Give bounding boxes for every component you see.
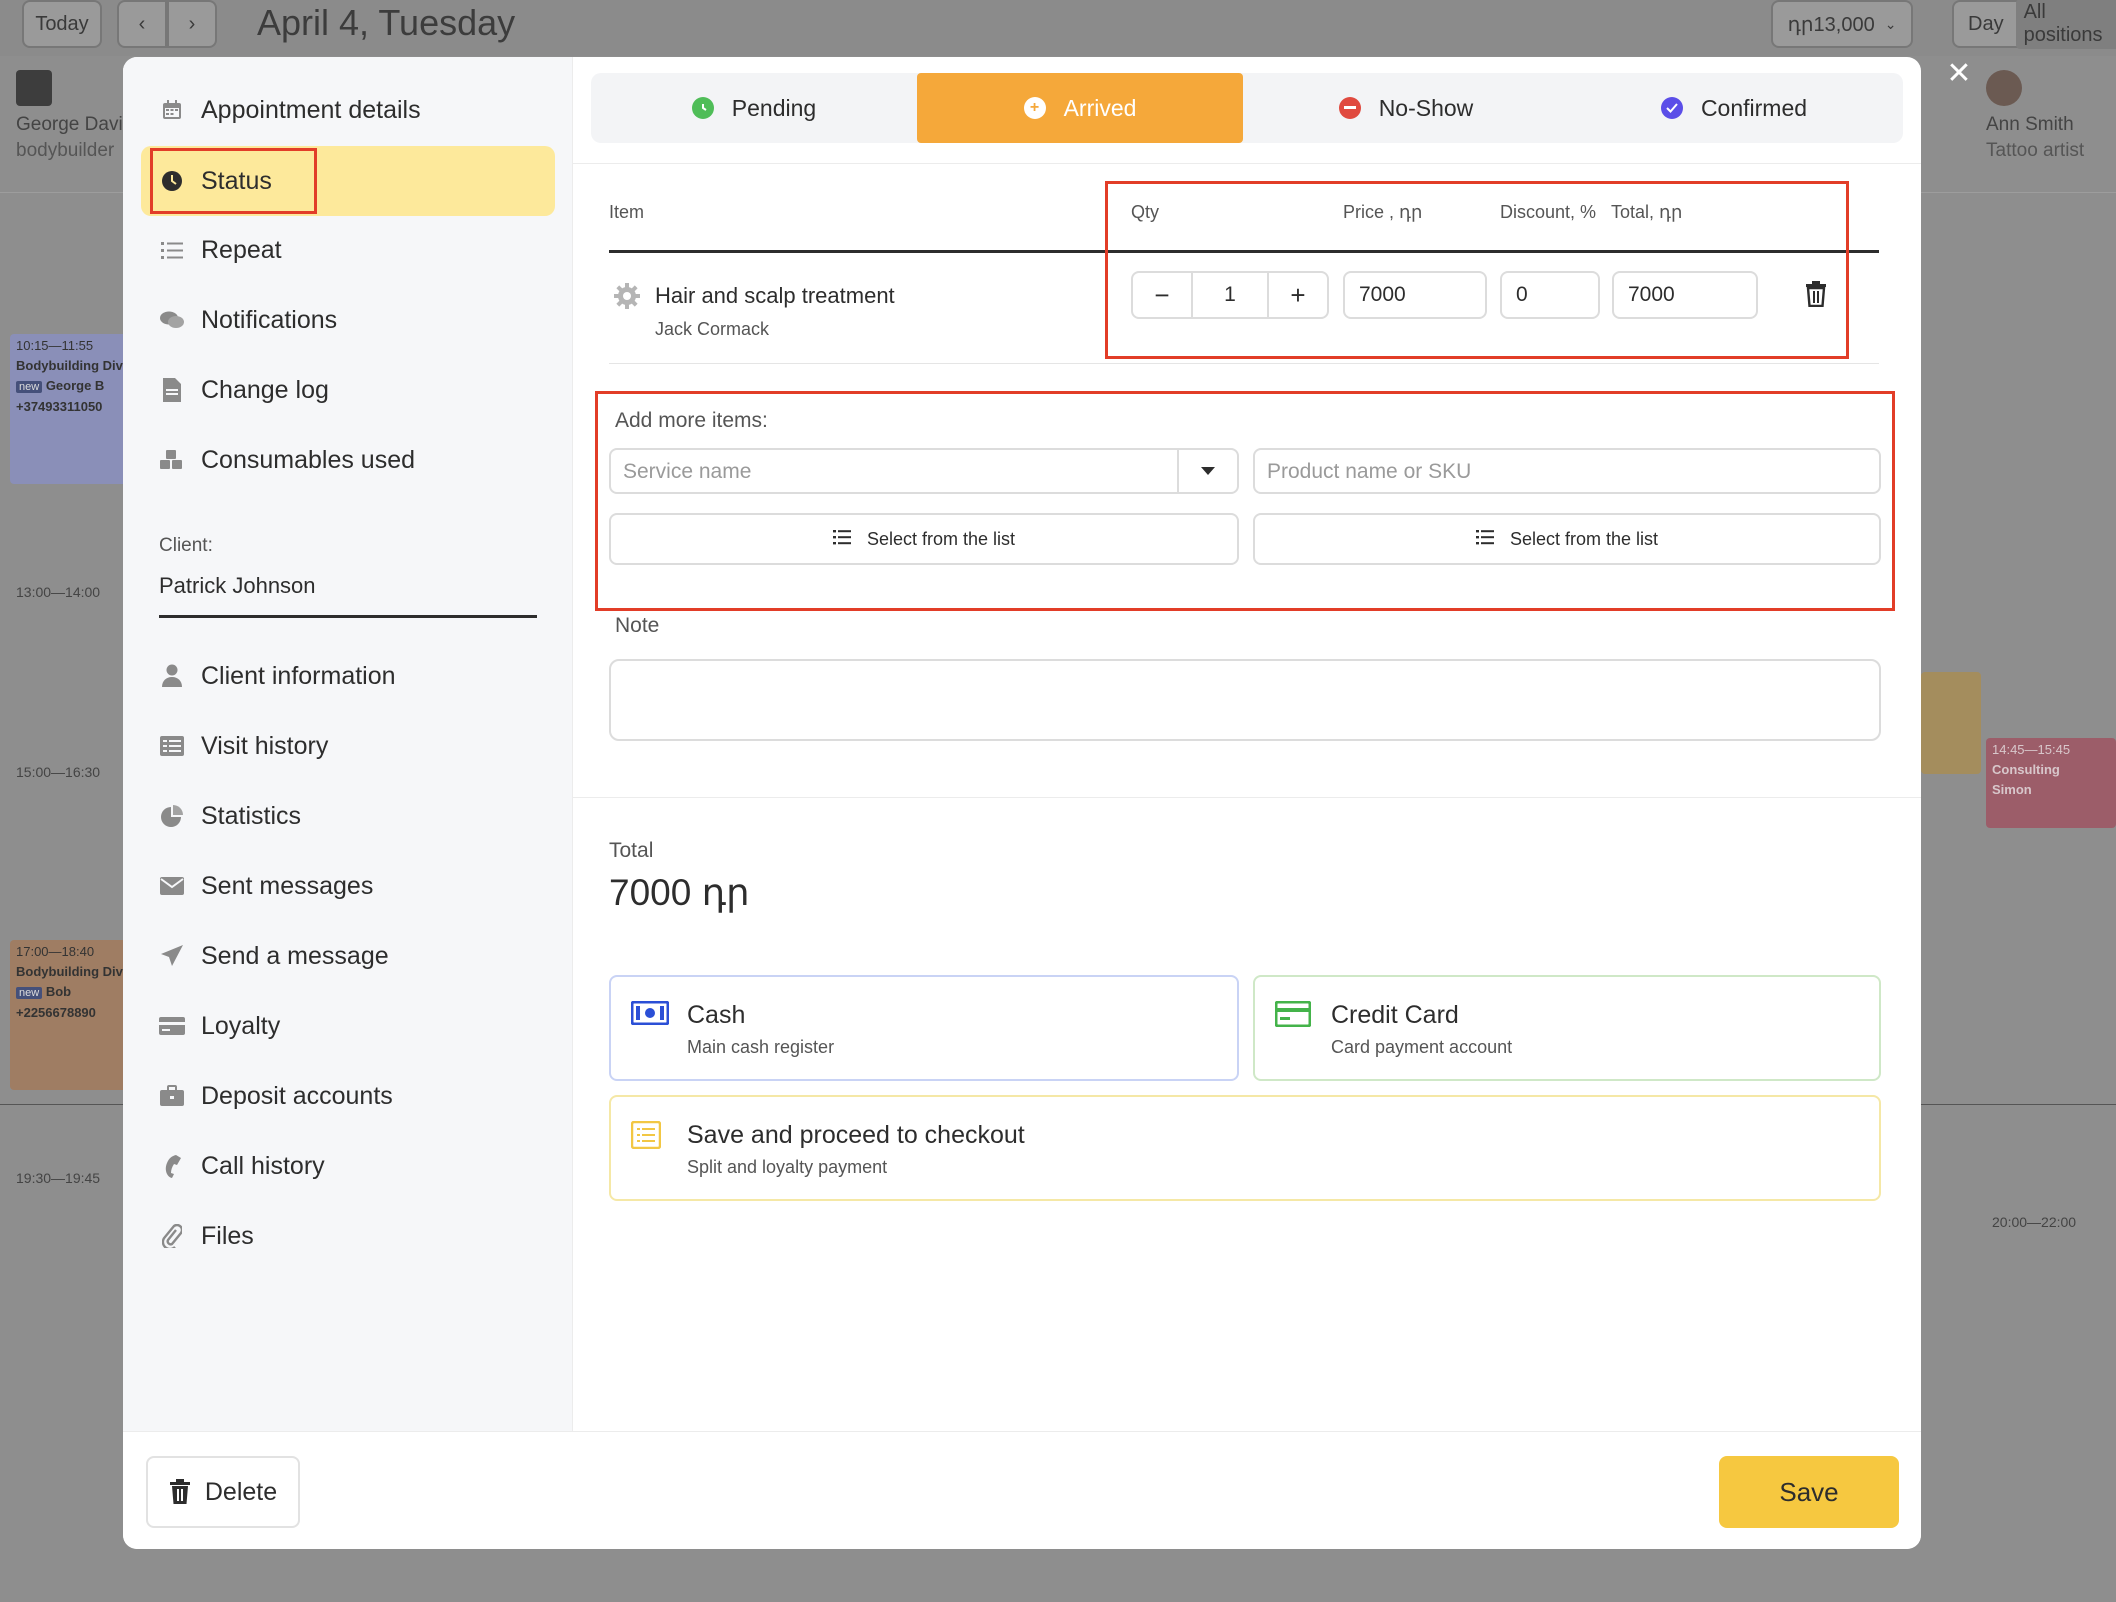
chevron-left-icon: ‹: [138, 12, 146, 35]
check-circle-icon: [1660, 97, 1683, 119]
item-name: Hair and scalp treatment: [655, 283, 895, 308]
appointment-block[interactable]: 10:15—11:55 Bodybuilding Div new George …: [10, 334, 130, 484]
note-label: Note: [615, 614, 660, 637]
paperclip-icon: [159, 1223, 185, 1249]
boxes-icon: [159, 447, 185, 473]
minus-circle-icon: [1338, 97, 1361, 119]
cash-icon: [630, 1000, 670, 1029]
sidebar-item-files[interactable]: Files: [141, 1201, 555, 1271]
user-icon: [159, 663, 185, 689]
divider: [159, 615, 537, 618]
divider: [573, 797, 1921, 798]
staff-george: George Davis bodybuilder: [16, 114, 133, 161]
tab-pending[interactable]: Pending: [591, 73, 917, 143]
save-button[interactable]: Save: [1719, 1456, 1899, 1528]
list-icon: [159, 237, 185, 263]
table-icon: [159, 733, 185, 759]
appointment-block[interactable]: [1921, 672, 1981, 774]
receipt-icon: [630, 1120, 667, 1150]
time-label: 19:30—19:45: [16, 1170, 101, 1186]
item-staff: Jack Cormack: [655, 319, 770, 339]
appointment-modal: Appointment details Status Repeat Notifi…: [123, 57, 1921, 1549]
today-button[interactable]: Today: [22, 0, 102, 48]
status-tabs: Pending + Arrived No-Show Confirmed: [591, 73, 1903, 143]
chevron-down-icon: ⌄: [1884, 15, 1897, 32]
document-icon: [159, 377, 185, 403]
sidebar-item-repeat[interactable]: Repeat: [141, 215, 555, 285]
balance-dropdown[interactable]: դր13,000 ⌄: [1771, 0, 1913, 48]
client-name[interactable]: Patrick Johnson: [159, 573, 316, 599]
modal-sidebar: Appointment details Status Repeat Notifi…: [123, 57, 573, 1431]
sidebar-item-call-history[interactable]: Call history: [141, 1131, 555, 1201]
highlight-box: [1105, 181, 1849, 359]
time-label: 15:00—16:30: [16, 764, 101, 780]
prev-day-button[interactable]: ‹: [117, 0, 167, 48]
card-icon: [159, 1013, 185, 1039]
sidebar-item-notifications[interactable]: Notifications: [141, 285, 555, 355]
total-value: 7000 դր: [609, 872, 750, 913]
sidebar-item-loyalty[interactable]: Loyalty: [141, 991, 555, 1061]
avatar: [16, 70, 52, 106]
note-textarea[interactable]: [609, 659, 1881, 741]
all-positions-select[interactable]: All positions: [2015, 0, 2116, 49]
checkout-button[interactable]: Save and proceed to checkout Split and l…: [609, 1095, 1881, 1201]
gear-icon: [613, 282, 641, 310]
phone-icon: [159, 1153, 185, 1179]
view-switcher[interactable]: Day All positions: [1952, 0, 2116, 49]
divider: [609, 363, 1879, 364]
time-label: 20:00—22:00: [1992, 1214, 2077, 1230]
tab-confirmed[interactable]: Confirmed: [1571, 73, 1897, 143]
clock-icon: [691, 97, 714, 119]
highlight-box: [150, 148, 317, 214]
envelope-icon: [159, 873, 185, 899]
briefcase-icon: [159, 1083, 185, 1109]
trash-icon: [169, 1479, 191, 1505]
sidebar-item-deposit-accounts[interactable]: Deposit accounts: [141, 1061, 555, 1131]
divider: [573, 163, 1921, 164]
sidebar-item-visit-history[interactable]: Visit history: [141, 711, 555, 781]
pie-chart-icon: [159, 803, 185, 829]
calendar-toolbar: Today ‹ › April 4, Tuesday դր13,000 ⌄ Day…: [0, 0, 2116, 56]
avatar: [1986, 70, 2022, 106]
paper-plane-icon: [159, 943, 185, 969]
sidebar-item-appointment-details[interactable]: Appointment details: [141, 75, 555, 145]
calendar-icon: [159, 97, 185, 123]
staff-ann: Ann Smith Tattoo artist: [1986, 114, 2085, 161]
plus-circle-icon: +: [1023, 97, 1046, 119]
next-day-button[interactable]: ›: [167, 0, 217, 48]
sidebar-item-send-message[interactable]: Send a message: [141, 921, 555, 991]
tab-arrived[interactable]: + Arrived: [917, 73, 1243, 143]
sidebar-item-client-information[interactable]: Client information: [141, 641, 555, 711]
total-label: Total: [609, 839, 654, 862]
sidebar-item-change-log[interactable]: Change log: [141, 355, 555, 425]
sidebar-item-consumables[interactable]: Consumables used: [141, 425, 555, 495]
tab-no-show[interactable]: No-Show: [1243, 73, 1569, 143]
column-header-item: Item: [609, 202, 645, 222]
appointment-block[interactable]: 14:45—15:45 Consulting Simon: [1986, 738, 2116, 828]
sidebar-item-statistics[interactable]: Statistics: [141, 781, 555, 851]
delete-button[interactable]: Delete: [146, 1456, 300, 1528]
card-payment-button[interactable]: Credit Card Card payment account: [1253, 975, 1881, 1081]
date-title: April 4, Tuesday: [257, 2, 516, 43]
sidebar-item-sent-messages[interactable]: Sent messages: [141, 851, 555, 921]
modal-footer: Delete Save: [123, 1431, 1921, 1549]
cash-payment-button[interactable]: Cash Main cash register: [609, 975, 1239, 1081]
chat-bubbles-icon: [159, 307, 185, 333]
credit-card-icon: [1274, 1000, 1312, 1029]
time-label: 13:00—14:00: [16, 584, 101, 600]
close-icon[interactable]: ✕: [1945, 59, 1973, 89]
client-label: Client:: [159, 535, 213, 556]
chevron-right-icon: ›: [188, 12, 196, 35]
appointment-block[interactable]: 17:00—18:40 Bodybuilding Div new Bob +22…: [10, 940, 130, 1090]
highlight-box: [595, 391, 1895, 611]
